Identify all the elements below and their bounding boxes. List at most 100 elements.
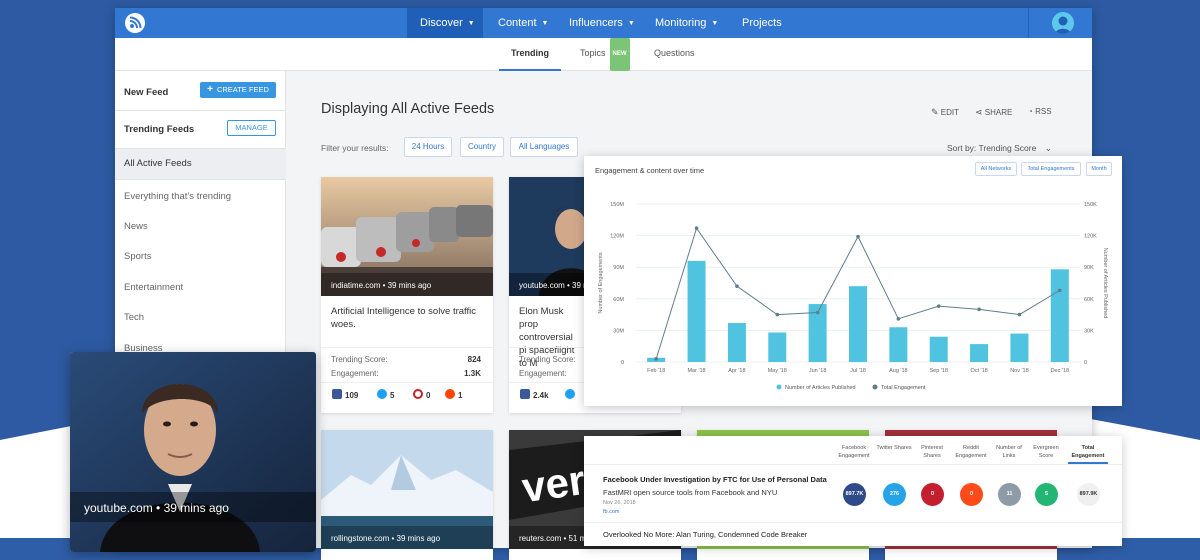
feed-card[interactable]: rollingstone.com • 39 mins ago (321, 430, 493, 560)
facebook-icon (520, 389, 530, 399)
table-header[interactable]: Facebook Engagement (834, 444, 874, 460)
row-title[interactable]: Facebook Under Investigation by FTC for … (603, 475, 827, 484)
featured-video-card[interactable]: youtube.com • 39 mins ago (70, 352, 316, 552)
engagement-chart: 0 0 30M 30K 60M 60K 90M 90K 120M 120K 150M 150K Numb… (598, 202, 1108, 391)
nav-item-monitoring[interactable]: Monitoring ▼ (642, 8, 722, 38)
x-tick: May '18 (768, 368, 787, 374)
x-tick: Feb '18 (647, 368, 665, 374)
line-point (977, 307, 981, 312)
twitter-value: 5 (390, 391, 395, 400)
metric-circle: 276 (883, 483, 906, 506)
sidebar-item[interactable]: Everything that’s trending (124, 191, 231, 202)
metric-circle: 5 (1035, 483, 1058, 506)
y-tick-right: 150K (1084, 202, 1097, 208)
metric-circle: 0 (960, 483, 983, 506)
caret-down-icon: ▼ (627, 20, 635, 27)
tab-questions[interactable]: Questions (654, 38, 695, 71)
card-divider (321, 382, 493, 383)
share-icon: ⋖ (975, 107, 983, 117)
create-feed-button[interactable]: + CREATE FEED (200, 82, 276, 98)
rss-button[interactable]: ◔ RSS (1028, 107, 1052, 116)
sidebar-divider (115, 110, 286, 111)
facebook-value: 2.4k (533, 391, 549, 400)
bar (768, 332, 787, 362)
line-point (694, 226, 699, 231)
sort-label: Sort by: Trending Score (947, 143, 1037, 153)
edit-button[interactable]: ✎ EDIT (931, 107, 959, 118)
nav-item-projects[interactable]: Projects (729, 8, 782, 38)
reddit-icon (445, 389, 455, 399)
trending-score-value: 824 (467, 355, 481, 364)
card-title[interactable]: Artificial Intelligence to solve traffic… (331, 305, 486, 331)
line-point (654, 357, 658, 361)
y-tick-left: 30M (613, 328, 624, 334)
x-tick: Mar '18 (687, 368, 705, 374)
caret-down-icon: ▼ (711, 20, 719, 27)
user-avatar[interactable] (1052, 12, 1074, 34)
twitter-icon (377, 389, 387, 399)
line-point (896, 317, 901, 321)
y-tick-left: 150M (610, 202, 624, 208)
bar (727, 323, 746, 362)
row-date: Nov 26, 2018 (603, 500, 636, 506)
card-divider (321, 347, 493, 348)
nav-item-content[interactable]: Content ▼ (485, 8, 549, 38)
row-subtitle: FastMRI open source tools from Facebook … (603, 488, 778, 497)
nav-item-label: Discover (420, 17, 463, 29)
sidebar-item[interactable]: Sports (124, 251, 151, 262)
new-feed-label: New Feed (124, 87, 169, 98)
sort-dropdown[interactable]: Sort by: Trending Score ⌄ (947, 143, 1052, 154)
sidebar-item[interactable]: Entertainment (124, 282, 183, 293)
share-button[interactable]: ⋖ SHARE (975, 107, 1012, 118)
manage-button[interactable]: MANAGE (227, 120, 276, 136)
facebook-value: 109 (345, 391, 359, 400)
x-tick: Nov '18 (1010, 368, 1028, 374)
bar (889, 327, 908, 362)
table-header[interactable]: Twitter Shares (874, 444, 914, 452)
trending-feeds-label: Trending Feeds (124, 124, 195, 135)
line-point (815, 310, 820, 315)
trending-score-row: Trending Score: 824 (331, 355, 481, 364)
tab-topics[interactable]: Topics NEW (580, 38, 630, 71)
table-divider (584, 464, 1122, 465)
sub-nav: Trending Topics NEW Questions (115, 38, 1092, 71)
table-header[interactable]: Number of Links (989, 444, 1029, 460)
filter-all-languages[interactable]: All Languages (510, 137, 578, 157)
row-domain[interactable]: fb.com (603, 509, 620, 515)
x-tick: Dec '18 (1051, 368, 1069, 374)
plus-icon: + (207, 84, 213, 95)
legend-marker (872, 384, 878, 390)
feed-card[interactable]: indiatime.com • 39 mins ago Artificial I… (321, 177, 493, 413)
new-badge: NEW (609, 38, 630, 71)
table-header[interactable]: Total Engagement (1068, 444, 1108, 464)
sidebar-item[interactable]: News (124, 221, 148, 232)
video-source: youtube.com • 39 mins ago (84, 501, 229, 515)
nav-item-discover[interactable]: Discover ▼ (407, 8, 483, 38)
table-header[interactable]: Pinterest Shares (912, 444, 952, 460)
metric-circle: 897.7K (843, 483, 866, 506)
x-tick: Jul '18 (850, 368, 866, 374)
nav-item-influencers[interactable]: Influencers ▼ (556, 8, 636, 38)
table-header[interactable]: Evergreen Score (1026, 444, 1066, 460)
x-tick: Apr '18 (728, 368, 745, 374)
card-source: indiatime.com • 39 mins ago (331, 281, 432, 290)
table-header[interactable]: Reddit Engagement (951, 444, 991, 460)
line-point (735, 284, 739, 288)
sidebar-item[interactable]: All Active Feeds (124, 158, 192, 169)
filter-label: Filter your results: (321, 143, 389, 153)
table-divider (584, 522, 1122, 523)
svg-text:ver: ver (519, 456, 588, 511)
nav-item-label: Content (498, 17, 537, 29)
sidebar-item[interactable]: Tech (124, 312, 144, 323)
tab-trending[interactable]: Trending (499, 38, 561, 71)
y-tick-left: 0 (621, 360, 624, 366)
filter-country[interactable]: Country (460, 137, 504, 157)
x-tick: Aug '18 (889, 368, 907, 374)
reddit-count: 1 (445, 389, 462, 400)
filter-24-hours[interactable]: 24 Hours (404, 137, 452, 157)
create-feed-label: CREATE FEED (216, 85, 269, 94)
rss-label: RSS (1035, 107, 1052, 116)
card-source: rollingstone.com • 39 mins ago (331, 534, 441, 543)
traffic-image (321, 177, 493, 296)
logo-icon[interactable] (125, 13, 145, 33)
